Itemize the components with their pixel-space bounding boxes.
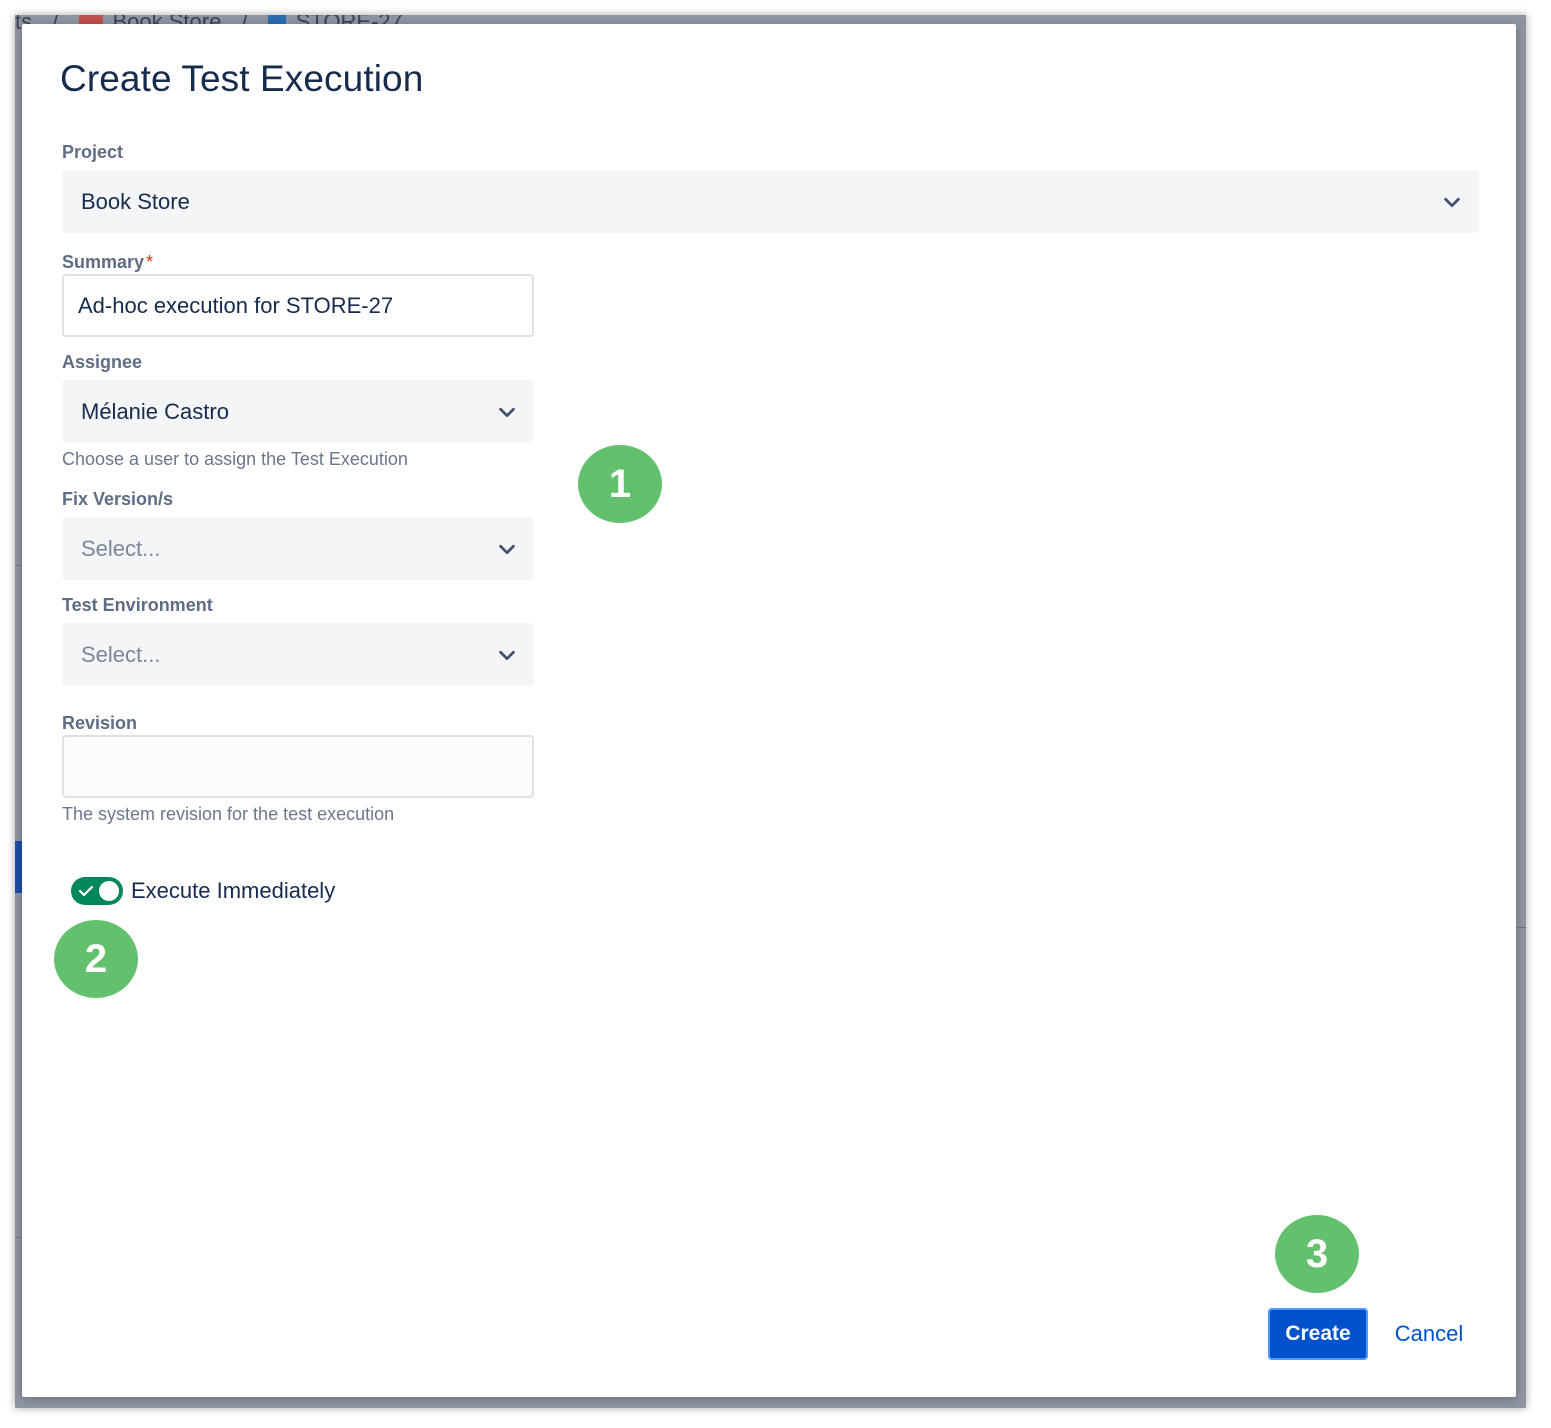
summary-input[interactable] bbox=[62, 274, 534, 337]
revision-label: Revision bbox=[62, 713, 138, 733]
chevron-down-icon bbox=[499, 407, 515, 417]
dialog-title: Create Test Execution bbox=[60, 58, 424, 99]
required-marker: * bbox=[146, 252, 154, 272]
summary-label: Summary * bbox=[62, 252, 153, 273]
chevron-down-icon bbox=[1444, 197, 1460, 207]
fix-version-placeholder: Select... bbox=[81, 535, 161, 561]
create-test-execution-dialog: Create Test Execution Project Book Store… bbox=[22, 24, 1516, 1397]
chevron-down-icon bbox=[499, 650, 515, 660]
test-environment-select[interactable]: Select... bbox=[62, 623, 534, 686]
background-divider bbox=[1517, 927, 1526, 928]
step-badge-1: 1 bbox=[578, 445, 662, 523]
create-button[interactable]: Create bbox=[1268, 1308, 1368, 1360]
revision-input[interactable] bbox=[62, 735, 534, 798]
summary-label-text: Summary bbox=[62, 252, 145, 272]
fix-version-select[interactable]: Select... bbox=[62, 517, 534, 580]
project-select-value: Book Store bbox=[81, 188, 190, 214]
cancel-button[interactable]: Cancel bbox=[1384, 1308, 1474, 1360]
execute-immediately-toggle[interactable] bbox=[71, 877, 123, 905]
project-select[interactable]: Book Store bbox=[62, 170, 1479, 233]
revision-help-text: The system revision for the test executi… bbox=[62, 804, 395, 824]
check-icon bbox=[78, 885, 94, 897]
test-environment-placeholder: Select... bbox=[81, 641, 161, 667]
assignee-select[interactable]: Mélanie Castro bbox=[62, 380, 534, 443]
fix-version-label: Fix Version/s bbox=[62, 489, 174, 509]
assignee-select-value: Mélanie Castro bbox=[81, 398, 229, 424]
toggle-knob bbox=[99, 881, 119, 901]
chevron-down-icon bbox=[499, 544, 515, 554]
step-badge-2: 2 bbox=[54, 920, 138, 998]
assignee-help-text: Choose a user to assign the Test Executi… bbox=[62, 449, 408, 469]
step-badge-3: 3 bbox=[1275, 1215, 1359, 1293]
project-label: Project bbox=[62, 142, 124, 162]
execute-immediately-label: Execute Immediately bbox=[131, 878, 336, 903]
test-environment-label: Test Environment bbox=[62, 595, 213, 615]
assignee-label: Assignee bbox=[62, 352, 143, 372]
